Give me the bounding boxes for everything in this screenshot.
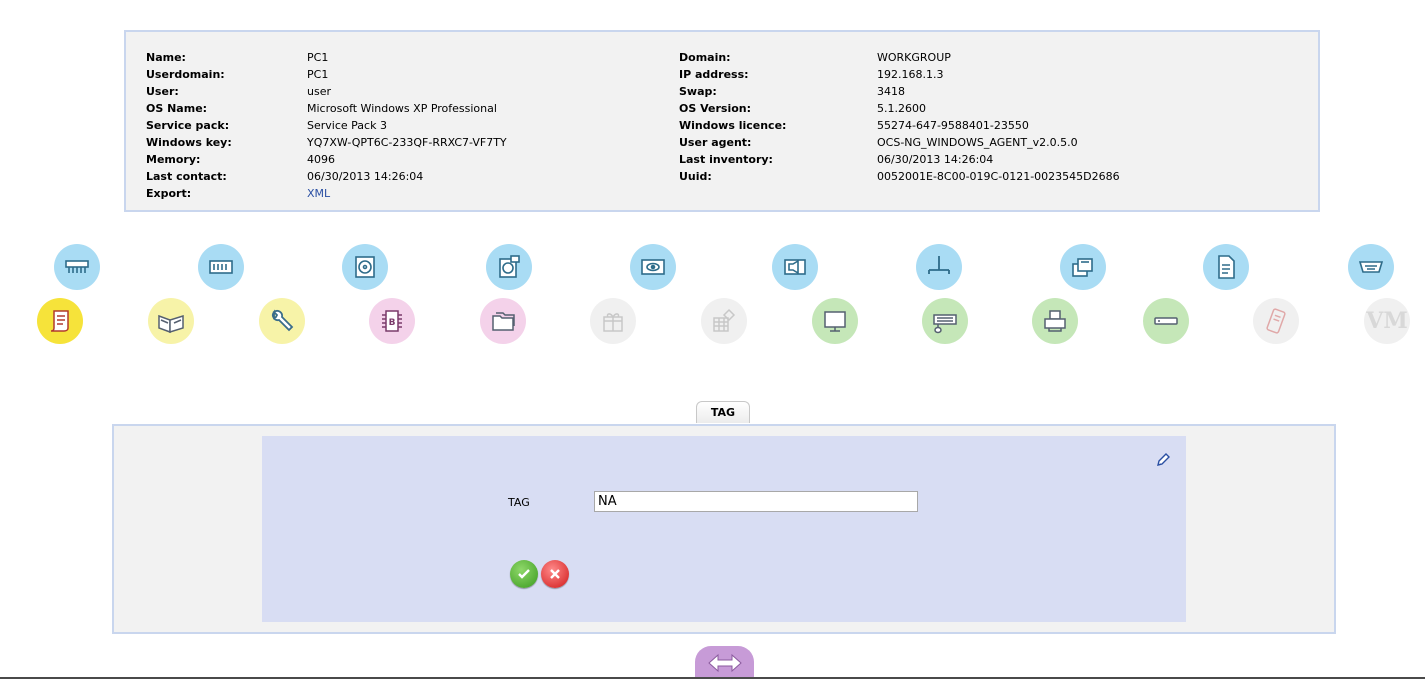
video-card-icon[interactable] bbox=[630, 244, 676, 290]
info-value: Microsoft Windows XP Professional bbox=[307, 102, 497, 115]
svg-text:B: B bbox=[389, 318, 396, 328]
info-label: IP address: bbox=[679, 68, 749, 81]
category-icons-row-2: B VM bbox=[0, 298, 1425, 346]
monitor-icon[interactable] bbox=[812, 298, 858, 344]
info-value: WORKGROUP bbox=[877, 51, 951, 64]
sound-icon[interactable] bbox=[772, 244, 818, 290]
storage-icon[interactable] bbox=[1060, 244, 1106, 290]
modem-icon[interactable] bbox=[1143, 298, 1189, 344]
info-value: 4096 bbox=[307, 153, 335, 166]
tag-form: TAG bbox=[262, 436, 1186, 622]
hard-disk-icon[interactable] bbox=[342, 244, 388, 290]
tag-panel: TAG bbox=[112, 424, 1336, 634]
info-label: User: bbox=[146, 85, 179, 98]
phone-icon[interactable] bbox=[1253, 298, 1299, 344]
info-label: Swap: bbox=[679, 85, 717, 98]
network-icon[interactable] bbox=[916, 244, 962, 290]
printer-icon[interactable] bbox=[1032, 298, 1078, 344]
expand-collapse-button[interactable] bbox=[695, 646, 754, 679]
memory-icon[interactable] bbox=[54, 244, 100, 290]
info-label: Last inventory: bbox=[679, 153, 773, 166]
info-label: Memory: bbox=[146, 153, 201, 166]
document-icon[interactable] bbox=[1203, 244, 1249, 290]
info-value: YQ7XW-QPT6C-233QF-RRXC7-VF7TY bbox=[307, 136, 507, 149]
serial-port-icon[interactable] bbox=[1348, 244, 1394, 290]
keyboard-mouse-icon[interactable] bbox=[922, 298, 968, 344]
info-value: 192.168.1.3 bbox=[877, 68, 944, 81]
info-label: Windows key: bbox=[146, 136, 232, 149]
expand-collapse-icon bbox=[707, 653, 742, 672]
export-xml-link[interactable]: XML bbox=[307, 185, 330, 202]
folders-icon[interactable] bbox=[480, 298, 526, 344]
info-value: 0052001E-8C00-019C-0121-0023545D2686 bbox=[877, 170, 1120, 183]
book-icon[interactable] bbox=[148, 298, 194, 344]
info-label: User agent: bbox=[679, 136, 752, 149]
info-value: 06/30/2013 14:26:04 bbox=[307, 170, 424, 183]
tag-field-label: TAG bbox=[508, 496, 530, 509]
info-label: Windows licence: bbox=[679, 119, 787, 132]
vm-icon[interactable]: VM bbox=[1364, 298, 1410, 344]
info-label: OS Version: bbox=[679, 102, 752, 115]
tag-input[interactable] bbox=[594, 491, 918, 512]
info-label: Domain: bbox=[679, 51, 731, 64]
info-value: 5.1.2600 bbox=[877, 102, 926, 115]
info-value: user bbox=[307, 85, 331, 98]
cancel-button[interactable] bbox=[541, 560, 569, 588]
info-label: Uuid: bbox=[679, 170, 712, 183]
info-value: PC1 bbox=[307, 51, 329, 64]
info-value: OCS-NG_WINDOWS_AGENT_v2.0.5.0 bbox=[877, 136, 1078, 149]
info-label: Userdomain: bbox=[146, 68, 225, 81]
vm-icon-label: VM bbox=[1366, 308, 1408, 334]
bios-scroll-icon[interactable] bbox=[37, 298, 83, 344]
gift-icon[interactable] bbox=[590, 298, 636, 344]
wrench-icon[interactable] bbox=[259, 298, 305, 344]
info-label: Name: bbox=[146, 51, 186, 64]
info-label: Last contact: bbox=[146, 170, 227, 183]
drives-icon[interactable] bbox=[486, 244, 532, 290]
category-icons-row-1 bbox=[0, 244, 1425, 292]
tab-tag[interactable]: TAG bbox=[696, 401, 750, 423]
info-label: OS Name: bbox=[146, 102, 208, 115]
info-value: Service Pack 3 bbox=[307, 119, 387, 132]
pencil-icon[interactable] bbox=[1154, 451, 1172, 469]
info-value: PC1 bbox=[307, 68, 329, 81]
confirm-button[interactable] bbox=[510, 560, 538, 588]
info-label: Export: bbox=[146, 187, 192, 200]
ram-module-icon[interactable] bbox=[198, 244, 244, 290]
info-value: 06/30/2013 14:26:04 bbox=[877, 153, 994, 166]
info-label: Service pack: bbox=[146, 119, 230, 132]
chip-icon[interactable]: B bbox=[369, 298, 415, 344]
info-value: 3418 bbox=[877, 85, 905, 98]
registry-icon[interactable] bbox=[701, 298, 747, 344]
info-value: 55274-647-9588401-23550 bbox=[877, 119, 1029, 132]
computer-info-panel: Name: PC1 Userdomain: PC1 User: user OS Nam… bbox=[124, 30, 1320, 212]
